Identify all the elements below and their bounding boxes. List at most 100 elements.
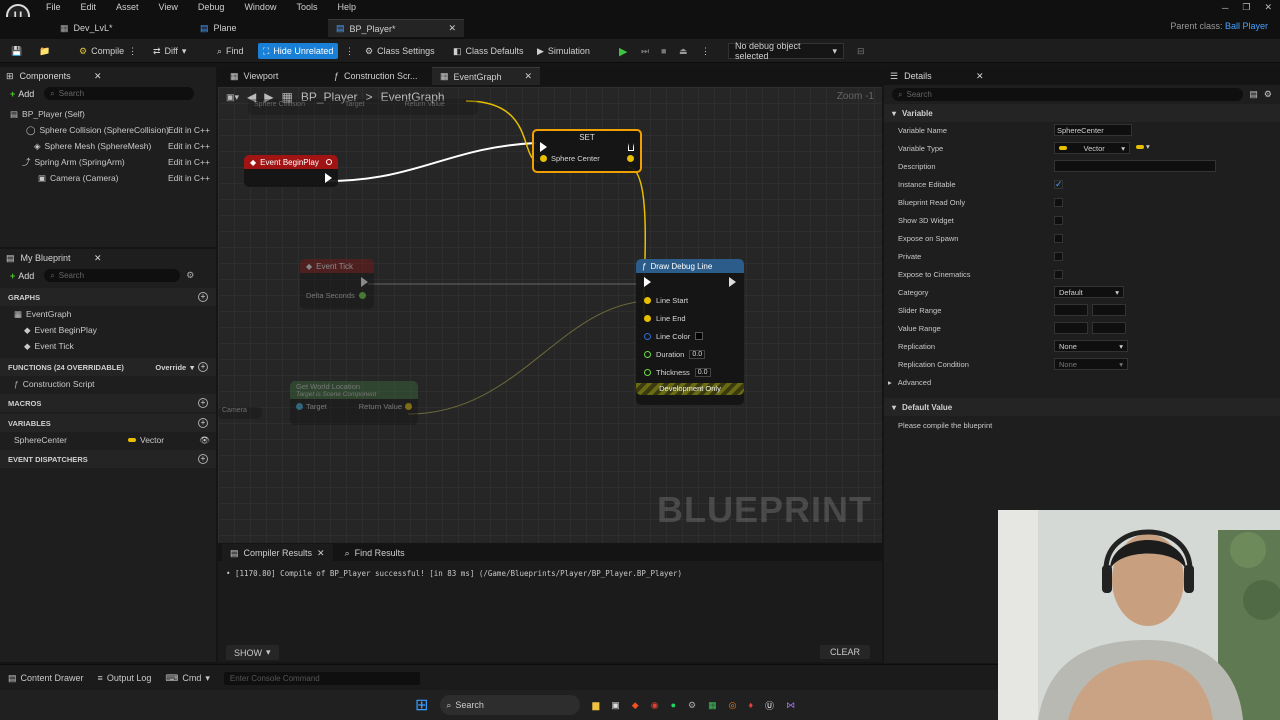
variable-sphere-center[interactable]: SphereCenter Vector 👁 (0, 432, 216, 448)
my-blueprint-search-input[interactable]: ⌕ Search (44, 269, 181, 282)
thickness-input[interactable]: 0.0 (694, 367, 711, 377)
menu-window[interactable]: Window (244, 2, 276, 12)
replication-dropdown[interactable]: None ▾ (1054, 340, 1128, 352)
line-color-pin[interactable]: Line Color (636, 327, 744, 345)
file-explorer-icon[interactable]: ▆ (592, 700, 599, 711)
minimize-icon[interactable]: ─ (1222, 3, 1228, 13)
tab-plane[interactable]: ▤ Plane (192, 19, 245, 37)
close-icon[interactable]: ✕ (94, 253, 102, 264)
tab-eventgraph[interactable]: ▦ EventGraph ✕ (432, 67, 540, 85)
visual-studio-icon[interactable]: ⋈ (786, 700, 795, 711)
add-function-icon[interactable]: + (198, 362, 208, 372)
dispatchers-section[interactable]: EVENT DISPATCHERS + (0, 450, 216, 468)
vector-pin[interactable] (405, 403, 412, 410)
duration-pin[interactable]: Duration 0.0 (636, 345, 744, 363)
delegate-pin[interactable] (326, 159, 332, 165)
variable-type-dropdown[interactable]: Vector ▾ (1054, 142, 1130, 154)
stop-icon[interactable]: ■ (656, 43, 671, 59)
advanced-expander[interactable]: ▸ Advanced (888, 378, 931, 387)
menu-debug[interactable]: Debug (198, 2, 225, 12)
play-options[interactable]: ⋮ (696, 43, 715, 59)
line-end-pin[interactable]: Line End (636, 309, 744, 327)
add-macro-icon[interactable]: + (198, 398, 208, 408)
edit-cpp-link[interactable]: Edit in C++ (168, 125, 210, 135)
event-graph-canvas[interactable]: ▣▾ ◀ ▶ ▦ BP_Player > EventGraph Zoom -1 … (218, 87, 882, 543)
spotify-icon[interactable]: ● (671, 700, 676, 710)
event-tick[interactable]: ◆ Event Tick (0, 338, 216, 354)
close-icon[interactable]: ✕ (976, 71, 984, 82)
tab-construction[interactable]: ƒ Construction Scr... (326, 67, 426, 85)
simulation-button[interactable]: ▶ Simulation (532, 43, 595, 59)
edit-cpp-link[interactable]: Edit in C++ (168, 141, 210, 151)
restore-icon[interactable]: ❐ (1242, 2, 1250, 13)
exec-in-pin[interactable] (540, 142, 547, 152)
variables-section[interactable]: VARIABLES + (0, 414, 216, 432)
container-type-dropdown[interactable]: ▾ (1136, 142, 1150, 151)
class-settings-button[interactable]: ⚙ Class Settings (360, 43, 440, 59)
diff-button[interactable]: ⇄ Diff ▾ (148, 43, 191, 59)
hide-unrelated-options[interactable]: ⋮ (340, 43, 359, 59)
override-dropdown[interactable]: Override (155, 363, 186, 372)
brave-icon[interactable]: ◆ (632, 700, 639, 711)
get-world-location-node[interactable]: Get World Location Target is Scene Compon… (290, 381, 418, 425)
gear-icon[interactable]: ⚙ (1264, 89, 1272, 100)
graphs-section[interactable]: GRAPHS + (0, 288, 216, 306)
settings-icon[interactable]: ⚙ (688, 700, 696, 711)
menu-file[interactable]: File (46, 2, 61, 12)
blueprint-read-only-checkbox[interactable] (1054, 198, 1063, 207)
app-icon[interactable]: ▦ (708, 700, 717, 711)
description-input[interactable] (1054, 160, 1216, 172)
eject-icon[interactable]: ⏏ (674, 43, 693, 59)
tab-compiler-results[interactable]: ▤ Compiler Results ✕ (222, 544, 333, 562)
get-sphere-collision-node[interactable]: Sphere Collision Target Return Value (248, 99, 478, 115)
slider-min-input[interactable] (1054, 304, 1088, 316)
browse-icon[interactable]: 📁 (34, 43, 55, 59)
debug-find-icon[interactable]: ⊟ (852, 43, 870, 59)
eye-icon[interactable]: 👁 (199, 435, 210, 446)
tab-dev-lvl[interactable]: ▦ Dev_LvL* (52, 19, 121, 37)
expose-on-spawn-checkbox[interactable] (1054, 234, 1063, 243)
expose-to-cinematics-checkbox[interactable] (1054, 270, 1063, 279)
value-min-input[interactable] (1054, 322, 1088, 334)
exec-out-pin[interactable] (729, 277, 736, 287)
menu-view[interactable]: View (159, 2, 178, 12)
close-tab-icon[interactable]: ✕ (448, 23, 456, 34)
show-button[interactable]: SHOW ▾ (226, 645, 279, 660)
store-icon[interactable]: ▣ (611, 700, 620, 711)
windows-start-icon[interactable]: ⊞ (415, 695, 428, 715)
object-pin[interactable] (296, 403, 303, 410)
debug-object-select[interactable]: No debug object selected ▾ (728, 41, 844, 61)
default-value-section[interactable]: ▾ Default Value (884, 398, 1280, 416)
menu-tools[interactable]: Tools (296, 2, 317, 12)
construction-script[interactable]: ƒ Construction Script (0, 376, 216, 392)
vector-pin[interactable] (540, 155, 547, 162)
color-swatch[interactable] (695, 332, 704, 340)
macros-section[interactable]: MACROS + (0, 394, 216, 412)
camera-node[interactable]: Camera (218, 407, 262, 419)
value-max-input[interactable] (1092, 322, 1126, 334)
event-tick-node[interactable]: ◆ Event Tick Delta Seconds (300, 259, 374, 309)
add-dispatcher-icon[interactable]: + (198, 454, 208, 464)
thickness-pin[interactable]: Thickness 0.0 (636, 363, 744, 381)
graph-eventgraph[interactable]: ▦ EventGraph (0, 306, 216, 322)
tree-item-spring-arm[interactable]: ⤴ Spring Arm (SpringArm) Edit in C++ (0, 154, 216, 170)
add-variable-icon[interactable]: + (198, 418, 208, 428)
close-icon[interactable]: ✕ (94, 71, 102, 82)
add-graph-icon[interactable]: + (198, 292, 208, 302)
line-start-pin[interactable]: Line Start (636, 291, 744, 309)
class-defaults-button[interactable]: ◧ Class Defaults (448, 43, 529, 59)
category-dropdown[interactable]: Default ▾ (1054, 286, 1124, 298)
float-pin[interactable] (358, 292, 366, 299)
tab-find-results[interactable]: ⌕ Find Results (337, 544, 413, 562)
tab-bp-player[interactable]: ▤ BP_Player* ✕ (328, 19, 464, 37)
close-tab-icon[interactable]: ✕ (524, 71, 532, 82)
content-drawer-button[interactable]: ▤ Content Drawer (8, 673, 84, 684)
private-checkbox[interactable] (1054, 252, 1063, 261)
hide-unrelated-button[interactable]: ⛶ Hide Unrelated (258, 43, 339, 59)
graph-menu-icon[interactable]: ▣▾ (226, 92, 239, 103)
add-component-button[interactable]: + Add (6, 89, 38, 99)
duration-input[interactable]: 0.0 (689, 349, 706, 359)
blender-icon[interactable]: ◎ (729, 700, 737, 711)
variable-name-input[interactable]: SphereCenter (1054, 124, 1132, 136)
vector-out-pin[interactable] (627, 155, 634, 162)
